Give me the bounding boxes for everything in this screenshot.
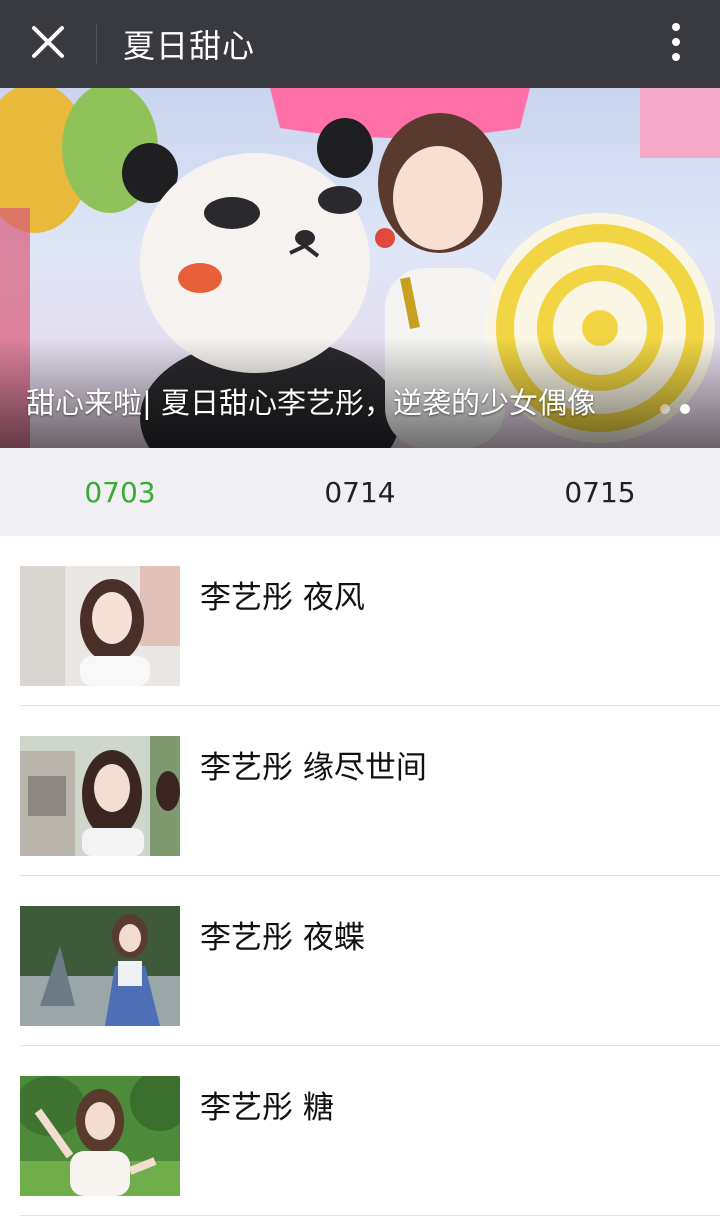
carousel-indicator [660, 404, 690, 414]
thumbnail-image [20, 736, 180, 856]
list-item[interactable]: 李艺彤 糖 [20, 1046, 720, 1216]
item-title: 李艺彤 缘尽世间 [200, 750, 427, 786]
date-tabs: 0703 0714 0715 [0, 448, 720, 536]
list-item[interactable]: 李艺彤 夜蝶 [20, 876, 720, 1046]
thumbnail-image [20, 1076, 180, 1196]
banner-caption: 甜心来啦| 夏日甜心李艺彤，逆袭的少女偶像 [26, 386, 596, 420]
item-title: 李艺彤 夜蝶 [200, 920, 365, 956]
tab-0703[interactable]: 0703 [0, 448, 240, 536]
top-bar: 夏日甜心 [0, 0, 720, 88]
more-button[interactable] [632, 0, 720, 88]
song-list: 李艺彤 夜风 李艺彤 缘尽世间 李艺彤 夜蝶 李艺彤 糖 [0, 536, 720, 1216]
thumbnail-image [20, 906, 180, 1026]
item-title: 李艺彤 糖 [200, 1090, 334, 1126]
page-title: 夏日甜心 [123, 27, 256, 65]
carousel-dot[interactable] [660, 404, 670, 414]
tab-0714[interactable]: 0714 [240, 448, 480, 536]
close-button[interactable] [0, 0, 96, 88]
close-icon [31, 25, 65, 63]
tab-0715[interactable]: 0715 [480, 448, 720, 536]
carousel-dot-active[interactable] [680, 404, 690, 414]
list-item[interactable]: 李艺彤 夜风 [20, 536, 720, 706]
banner-carousel[interactable]: 甜心来啦| 夏日甜心李艺彤，逆袭的少女偶像 [0, 88, 720, 448]
more-vertical-icon [670, 22, 682, 66]
header-divider [96, 24, 97, 64]
item-title: 李艺彤 夜风 [200, 580, 365, 616]
list-item[interactable]: 李艺彤 缘尽世间 [20, 706, 720, 876]
thumbnail-image [20, 566, 180, 686]
